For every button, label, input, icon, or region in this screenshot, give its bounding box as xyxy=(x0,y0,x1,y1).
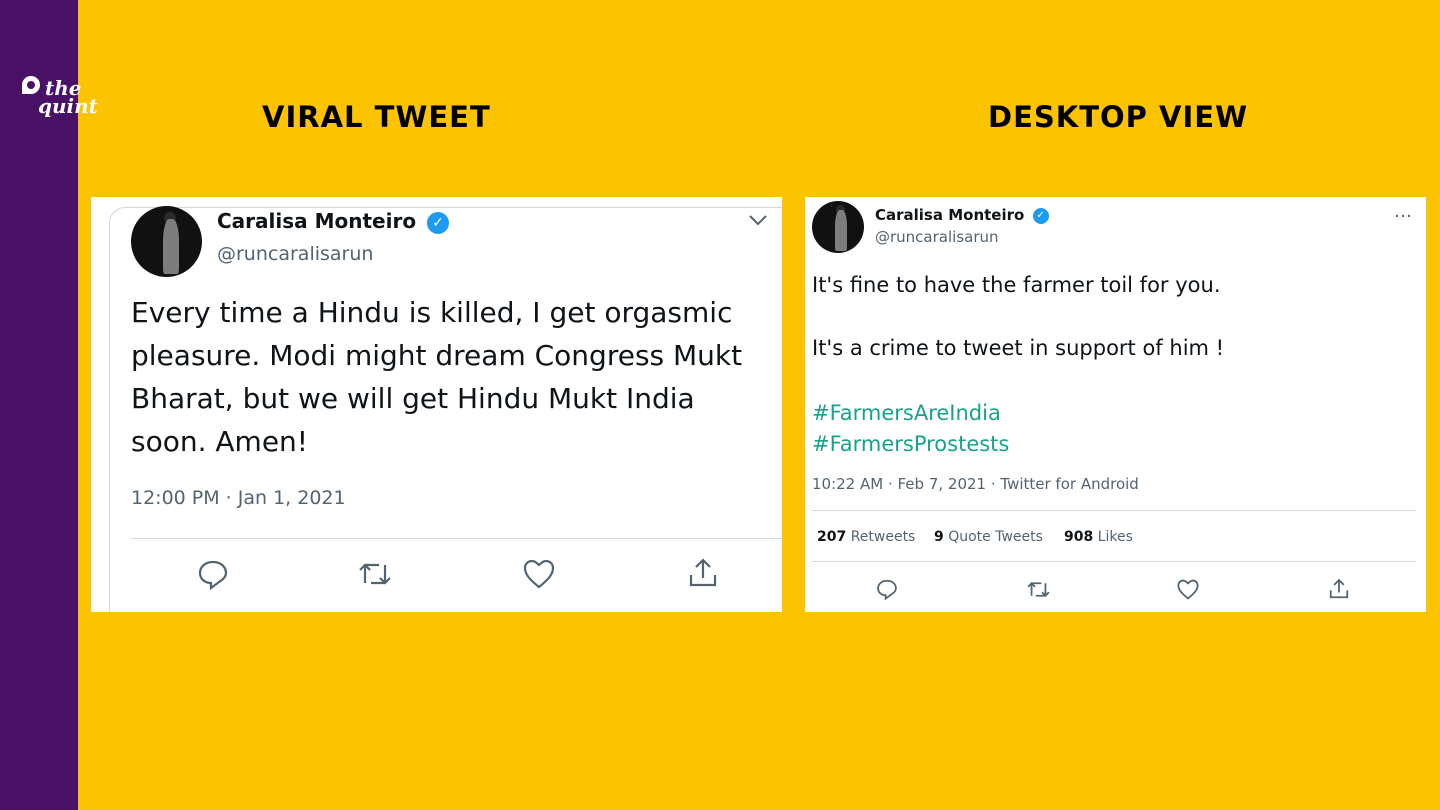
tweet-hashtags: #FarmersAreIndia #FarmersProstests xyxy=(812,398,1009,460)
retweet-icon[interactable] xyxy=(1026,579,1051,604)
quotes-label: Quote Tweets xyxy=(948,529,1043,545)
the-quint-logo: the quint xyxy=(22,76,112,132)
quote-tweets-stat[interactable]: 9 Quote Tweets xyxy=(934,529,1043,545)
likes-count: 908 xyxy=(1064,529,1094,545)
author-handle[interactable]: @runcaralisarun xyxy=(217,243,373,265)
heading-desktop-view: DESKTOP VIEW xyxy=(988,100,1249,134)
viral-tweet-card: Caralisa Monteiro ✓ @runcaralisarun Ever… xyxy=(91,197,782,612)
author-handle[interactable]: @runcaralisarun xyxy=(875,228,999,246)
more-options-icon[interactable]: … xyxy=(1394,201,1413,222)
quotes-count: 9 xyxy=(934,529,944,545)
chevron-down-icon[interactable] xyxy=(748,211,768,230)
stats-divider-top xyxy=(812,510,1416,511)
tweet-line-2: It's a crime to tweet in support of him … xyxy=(812,336,1225,360)
retweets-label: Retweets xyxy=(850,529,916,545)
like-icon[interactable] xyxy=(1177,579,1199,604)
author-name-text: Caralisa Monteiro xyxy=(875,206,1025,224)
brand-sidebar: the quint xyxy=(0,0,98,810)
reply-icon[interactable] xyxy=(197,558,229,594)
retweets-stat[interactable]: 207 Retweets xyxy=(817,529,915,545)
share-icon[interactable] xyxy=(1328,578,1350,604)
likes-label: Likes xyxy=(1097,529,1133,545)
retweets-count: 207 xyxy=(817,529,847,545)
hashtag-link[interactable]: #FarmersProstests xyxy=(812,429,1009,460)
like-icon[interactable] xyxy=(523,559,555,593)
reply-icon[interactable] xyxy=(876,578,898,604)
heading-viral-tweet: VIRAL TWEET xyxy=(262,100,491,134)
avatar[interactable] xyxy=(131,206,202,277)
tweet-text: Every time a Hindu is killed, I get orga… xyxy=(131,296,743,458)
action-divider xyxy=(131,538,782,539)
avatar-figure xyxy=(835,210,847,251)
quote-bubble-icon xyxy=(22,76,40,94)
avatar[interactable] xyxy=(812,201,864,253)
retweet-icon[interactable] xyxy=(357,559,393,593)
avatar-figure xyxy=(162,218,179,275)
desktop-tweet-card: Caralisa Monteiro ✓ @runcaralisarun … It… xyxy=(805,197,1426,612)
logo-text-quint: quint xyxy=(38,94,98,118)
author-name-text: Caralisa Monteiro xyxy=(217,209,417,233)
stats-divider-bottom xyxy=(812,561,1416,562)
share-icon[interactable] xyxy=(687,557,719,593)
likes-stat[interactable]: 908 Likes xyxy=(1064,529,1133,545)
tweet-timestamp[interactable]: 10:22 AM · Feb 7, 2021 · Twitter for And… xyxy=(812,475,1139,493)
tweet-line-1: It's fine to have the farmer toil for yo… xyxy=(812,273,1221,297)
author-name[interactable]: Caralisa Monteiro ✓ xyxy=(875,206,1049,224)
tweet-timestamp[interactable]: 12:00 PM · Jan 1, 2021 xyxy=(131,487,346,509)
hashtag-link[interactable]: #FarmersAreIndia xyxy=(812,398,1009,429)
verified-badge-icon: ✓ xyxy=(1032,207,1049,224)
author-name[interactable]: Caralisa Monteiro ✓ xyxy=(217,209,450,234)
verified-badge-icon: ✓ xyxy=(427,211,450,234)
